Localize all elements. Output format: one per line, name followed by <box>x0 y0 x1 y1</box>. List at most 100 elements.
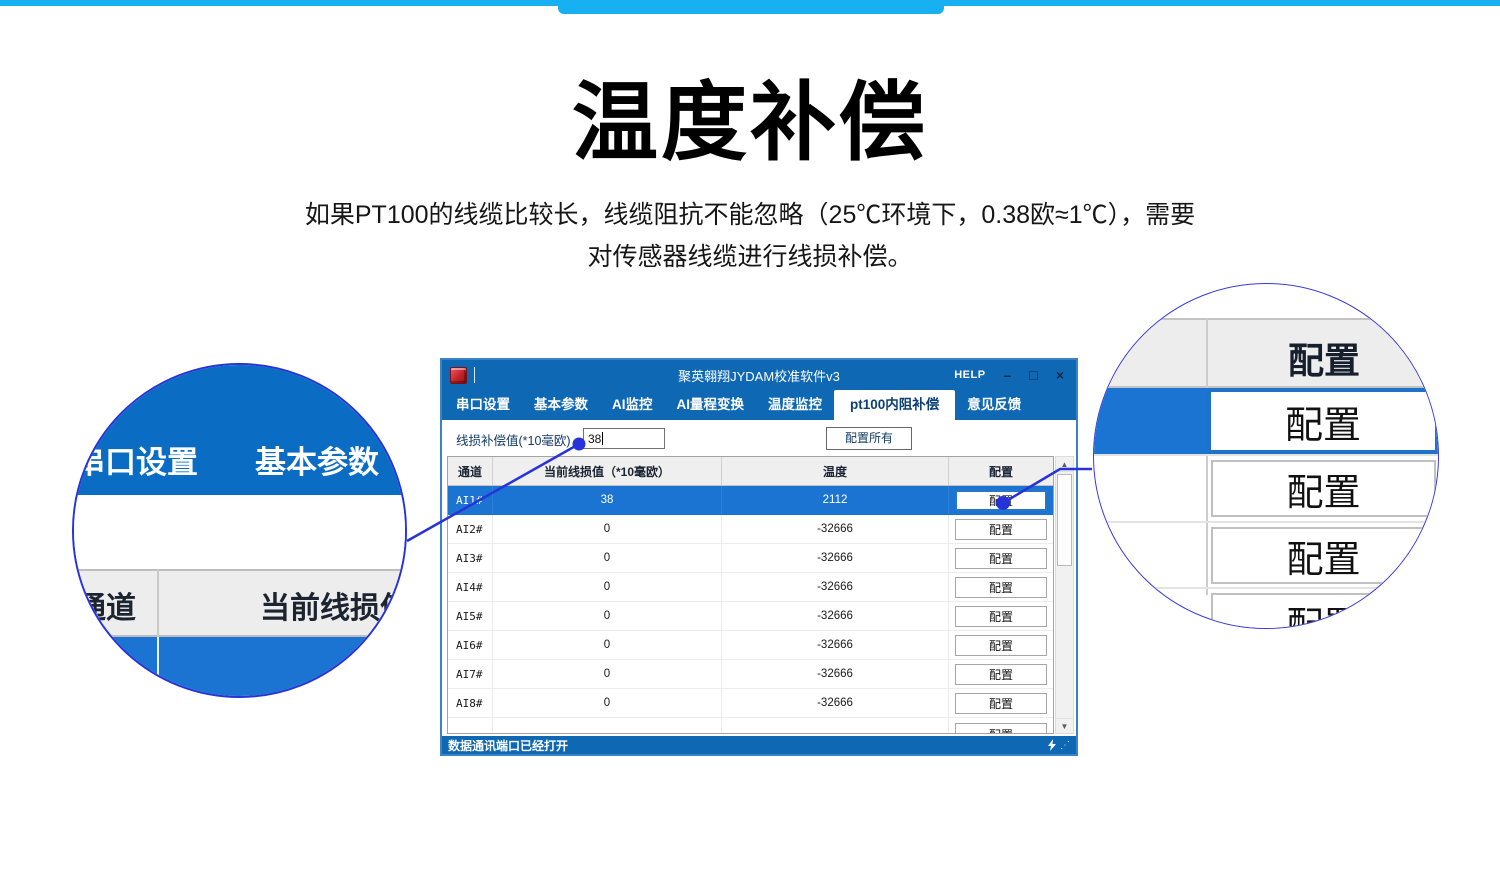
page-description: 如果PT100的线缆比较长，线缆阻抗不能忽略（25℃环境下，0.38欧≈1℃），… <box>0 194 1500 278</box>
cell-temperature: -32666 <box>722 544 949 572</box>
table-row-ai7[interactable]: AI7# 0 -32666 配置 <box>448 660 1053 689</box>
status-text: 数据通讯端口已经打开 <box>448 737 568 754</box>
cell-temperature: -32666 <box>722 515 949 543</box>
config-button-ai3[interactable]: 配置 <box>955 548 1047 569</box>
magnified-row-separator <box>1094 454 1438 456</box>
magnified-config-header: 配置 <box>1209 332 1439 384</box>
cell-line-loss: 0 <box>493 602 722 630</box>
tab-basic-params[interactable]: 基本参数 <box>522 390 600 420</box>
maximize-button[interactable]: □ <box>1029 360 1037 390</box>
line-loss-input[interactable]: 38 <box>583 428 665 449</box>
scroll-down-icon[interactable]: ▼ <box>1056 718 1073 733</box>
line-loss-value: 38 <box>588 432 601 446</box>
table-row-ai5[interactable]: AI5# 0 -32666 配置 <box>448 602 1053 631</box>
channel-table: 通道 当前线损值（*10毫欧） 温度 配置 AI1# 38 2112 配置 AI… <box>447 456 1054 734</box>
status-bar: 数据通讯端口已经打开 ⋰ <box>442 736 1076 754</box>
table-row-partial: 配置 <box>448 718 1053 734</box>
tab-feedback[interactable]: 意见反馈 <box>955 390 1033 420</box>
magnified-tab-basic: 基本参数 <box>255 437 379 482</box>
cell-line-loss: 0 <box>493 544 722 572</box>
header-temperature: 温度 <box>722 457 949 485</box>
magnified-selected-row-left <box>1094 388 1207 454</box>
magnified-column-divider <box>1206 318 1208 595</box>
tab-bar: 串口设置 基本参数 AI监控 AI量程变换 温度监控 pt100内阻补偿 意见反… <box>442 390 1076 420</box>
cell-channel: AI5# <box>448 602 493 630</box>
cell-line-loss: 38 <box>493 486 722 514</box>
scrollbar-thumb[interactable] <box>1057 474 1072 566</box>
magnified-config-button: 配置 <box>1211 460 1436 517</box>
config-button-ai2[interactable]: 配置 <box>955 519 1047 540</box>
tab-serial-settings[interactable]: 串口设置 <box>444 390 522 420</box>
magnified-row-divider <box>157 637 159 698</box>
table-row-ai2[interactable]: AI2# 0 -32666 配置 <box>448 515 1053 544</box>
help-button[interactable]: HELP <box>954 369 985 381</box>
description-line-1: 如果PT100的线缆比较长，线缆阻抗不能忽略（25℃环境下，0.38欧≈1℃），… <box>0 194 1500 236</box>
config-button-ai9-partial[interactable]: 配置 <box>955 693 1047 714</box>
magnified-row-separator <box>1094 521 1438 523</box>
table-header-row: 通道 当前线损值（*10毫欧） 温度 配置 <box>448 457 1053 486</box>
compensation-toolbar: 线损补偿值(*10毫欧) 38 配置所有 <box>442 420 1076 456</box>
cell-channel: AI7# <box>448 660 493 688</box>
config-button-clipped[interactable]: 配置 <box>955 723 1047 734</box>
cell-channel: AI6# <box>448 631 493 659</box>
magnified-row-separator <box>1094 587 1438 589</box>
line-loss-label: 线损补偿值(*10毫欧) <box>456 430 571 449</box>
scroll-up-icon[interactable]: ▲ <box>1056 457 1073 472</box>
table-row-ai3[interactable]: AI3# 0 -32666 配置 <box>448 544 1053 573</box>
cell-temperature: -32666 <box>722 689 949 717</box>
magnified-tab-bar: 串口设置 基本参数 <box>74 365 405 495</box>
magnifier-left: 串口设置 基本参数 线损补偿值(*10毫欧) 38 通道 当前线损值（*10毫欧… <box>72 363 407 698</box>
text-caret <box>602 432 603 445</box>
header-line-loss: 当前线损值（*10毫欧） <box>493 457 722 485</box>
magnified-header-line-loss: 当前线损值（*10毫欧） <box>260 583 407 627</box>
table-scrollbar[interactable]: ▲ ▼ <box>1055 456 1074 734</box>
magnified-config-button-focused: 配置 <box>1207 388 1439 454</box>
table-row-ai6[interactable]: AI6# 0 -32666 配置 <box>448 631 1053 660</box>
minimize-button[interactable]: – <box>1004 360 1012 390</box>
cell-temperature: -32666 <box>722 660 949 688</box>
cell-temperature: 2112 <box>722 486 949 514</box>
top-banner-tab <box>558 0 944 14</box>
comm-status-icon <box>1047 739 1057 751</box>
cell-temperature: -32666 <box>722 573 949 601</box>
description-line-2: 对传感器线缆进行线损补偿。 <box>0 236 1500 278</box>
tab-pt100-compensation[interactable]: pt100内阻补偿 <box>834 390 955 420</box>
magnified-config-button: 配置 <box>1211 527 1436 584</box>
table-row-ai8[interactable]: AI8# 0 -32666 配置 <box>448 689 1053 718</box>
header-config: 配置 <box>949 457 1053 485</box>
configure-all-button[interactable]: 配置所有 <box>826 427 912 450</box>
cell-line-loss: 0 <box>493 631 722 659</box>
magnifier-right: 配置 配置 配置 配置 配置 <box>1093 283 1439 629</box>
table-row-ai1[interactable]: AI1# 38 2112 配置 <box>448 486 1053 515</box>
config-button-ai4[interactable]: 配置 <box>955 577 1047 598</box>
magnified-column-divider <box>157 569 159 637</box>
cell-channel: AI8# <box>448 689 493 717</box>
table-row-ai4[interactable]: AI4# 0 -32666 配置 <box>448 573 1053 602</box>
tab-ai-range[interactable]: AI量程变换 <box>665 390 757 420</box>
config-button-ai6[interactable]: 配置 <box>955 635 1047 656</box>
config-button-ai5[interactable]: 配置 <box>955 606 1047 627</box>
magnified-selected-row <box>74 637 405 698</box>
header-channel: 通道 <box>448 457 493 485</box>
cell-line-loss: 0 <box>493 515 722 543</box>
page-title: 温度补偿 <box>0 52 1500 177</box>
tab-temp-monitor[interactable]: 温度监控 <box>756 390 834 420</box>
config-button-ai7[interactable]: 配置 <box>955 664 1047 685</box>
magnified-tab-serial: 串口设置 <box>74 437 198 482</box>
magnified-config-button-clipped: 配置 <box>1211 593 1436 629</box>
cell-channel: AI4# <box>448 573 493 601</box>
cell-channel: AI2# <box>448 515 493 543</box>
tab-ai-monitor[interactable]: AI监控 <box>600 390 665 420</box>
resize-grip-icon: ⋰ <box>1060 741 1070 751</box>
cell-line-loss: 0 <box>493 689 722 717</box>
cell-temperature: -32666 <box>722 602 949 630</box>
cell-line-loss: 0 <box>493 573 722 601</box>
cell-line-loss: 0 <box>493 660 722 688</box>
magnified-header-channel: 通道 <box>76 583 136 627</box>
cell-temperature: -32666 <box>722 631 949 659</box>
config-button-ai1[interactable]: 配置 <box>955 490 1047 511</box>
magnified-toolbar: 线损补偿值(*10毫欧) 38 <box>74 495 405 569</box>
cell-channel: AI3# <box>448 544 493 572</box>
app-window: 聚英翱翔JYDAM校准软件v3 HELP – □ × 串口设置 基本参数 AI监… <box>440 358 1078 756</box>
close-button[interactable]: × <box>1056 360 1064 390</box>
